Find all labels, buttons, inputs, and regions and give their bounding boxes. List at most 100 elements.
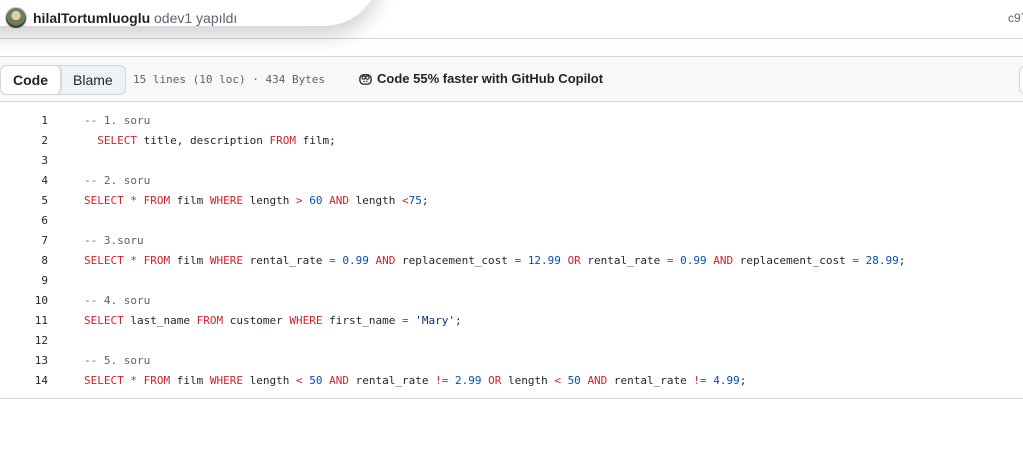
line-number[interactable]: 1	[0, 114, 48, 127]
code-token: last_name	[123, 313, 197, 327]
copilot-icon	[359, 74, 372, 85]
code-token: *	[123, 253, 144, 267]
line-content: SELECT * FROM film WHERE length < 50 AND…	[84, 374, 746, 387]
code-token: rental_rate	[243, 253, 330, 267]
code-line: 5 SELECT * FROM film WHERE length > 60 AN…	[0, 190, 1023, 210]
line-content: SELECT title, description FROM film;	[84, 133, 336, 147]
code-token: -- 5. soru	[84, 353, 151, 367]
code-token: >	[295, 193, 303, 207]
code-token: OR	[567, 253, 581, 267]
code-token: !=	[435, 373, 449, 387]
code-token: AND	[329, 373, 349, 387]
line-number[interactable]: 13	[0, 354, 48, 367]
code-token: 75	[408, 193, 422, 207]
raw-button[interactable]	[1019, 66, 1023, 94]
code-token: 50	[309, 373, 323, 387]
code-token: length	[243, 193, 296, 207]
code-line: 10 -- 4. soru	[0, 290, 1023, 310]
code-token: film	[170, 253, 210, 267]
line-number[interactable]: 14	[0, 374, 48, 387]
commit-message[interactable]: odev1 yapıldı	[154, 10, 237, 26]
code-token: AND	[329, 193, 349, 207]
code-token: title, description	[137, 133, 270, 147]
code-token: *	[123, 193, 144, 207]
line-content: SELECT * FROM film WHERE length > 60 AND…	[84, 194, 428, 207]
code-tab[interactable]: Code	[0, 66, 62, 94]
line-number[interactable]: 8	[0, 254, 48, 267]
code-line: 4 -- 2. soru	[0, 170, 1023, 190]
code-token: 2.99	[454, 373, 482, 387]
code-line: 2 SELECT title, description FROM film;	[0, 130, 1023, 150]
code-token: OR	[488, 373, 502, 387]
code-token: =	[401, 313, 409, 327]
code-token: WHERE	[209, 193, 243, 207]
code-token: WHERE	[289, 313, 323, 327]
code-line: 1 -- 1. soru	[0, 110, 1023, 130]
code-token: -- 2. soru	[84, 173, 151, 187]
code-token: FROM	[269, 133, 296, 147]
line-content: -- 1. soru	[84, 114, 150, 127]
code-token: ;	[454, 313, 462, 327]
code-token: AND	[375, 253, 396, 267]
code-token: replacement_cost	[733, 253, 853, 267]
code-token: film;	[295, 133, 336, 147]
code-token: SELECT	[84, 253, 124, 267]
code-token: rental_rate	[607, 373, 694, 387]
code-token: customer	[223, 313, 290, 327]
line-number[interactable]: 6	[0, 214, 48, 227]
line-number[interactable]: 10	[0, 294, 48, 307]
line-number[interactable]: 2	[0, 134, 48, 147]
line-content: -- 2. soru	[84, 174, 150, 187]
code-line: 6	[0, 210, 1023, 230]
line-number[interactable]: 7	[0, 234, 48, 247]
code-token: replacement_cost	[395, 253, 515, 267]
line-content: SELECT last_name FROM customer WHERE fir…	[84, 314, 462, 327]
line-number[interactable]: 5	[0, 194, 48, 207]
code-token: FROM	[143, 373, 171, 387]
code-token: length	[243, 373, 296, 387]
code-token: 60	[309, 193, 323, 207]
line-number[interactable]: 12	[0, 334, 48, 347]
code-line: 3	[0, 150, 1023, 170]
code-line: 9	[0, 270, 1023, 290]
copilot-link[interactable]: Code 55% faster with GitHub Copilot	[358, 71, 603, 86]
code-token: ;	[739, 373, 747, 387]
code-bottom-border	[0, 398, 1023, 399]
blame-tab[interactable]: Blame	[61, 66, 125, 94]
code-token: length	[348, 193, 402, 207]
file-meta: 15 lines (10 loc) · 434 Bytes	[133, 73, 326, 86]
code-token: ;	[898, 253, 906, 267]
code-token: FROM	[196, 313, 224, 327]
avatar[interactable]	[5, 7, 27, 29]
line-number[interactable]: 3	[0, 154, 48, 167]
line-number[interactable]: 9	[0, 274, 48, 287]
line-content: -- 3.soru	[84, 234, 144, 247]
commit-bar: hilalTortumluoglu odev1 yapıldı c97	[0, 0, 1023, 39]
commit-author[interactable]: hilalTortumluoglu	[33, 10, 150, 26]
code-token: <	[295, 373, 303, 387]
code-token: FROM	[143, 253, 171, 267]
commit-sha[interactable]: c97	[1008, 11, 1023, 25]
line-number[interactable]: 11	[0, 314, 48, 327]
code-token: 'Mary'	[415, 313, 455, 327]
code-token: film	[170, 373, 210, 387]
code-token: 50	[567, 373, 581, 387]
code-token: SELECT	[84, 313, 124, 327]
line-content: -- 5. soru	[84, 354, 150, 367]
line-content: -- 4. soru	[84, 294, 150, 307]
code-token: SELECT	[84, 193, 124, 207]
code-token: rental_rate	[348, 373, 436, 387]
code-token: AND	[713, 253, 734, 267]
code-token: WHERE	[209, 373, 243, 387]
code-token: -- 1. soru	[84, 113, 151, 127]
code-line: 7 -- 3.soru	[0, 230, 1023, 250]
code-token: film	[170, 193, 210, 207]
line-number[interactable]: 4	[0, 174, 48, 187]
code-view: 1 -- 1. soru 2 SELECT title, description F…	[0, 110, 1023, 390]
file-header: Code Blame 15 lines (10 loc) · 434 Bytes…	[0, 56, 1023, 102]
code-token: =	[329, 253, 336, 267]
